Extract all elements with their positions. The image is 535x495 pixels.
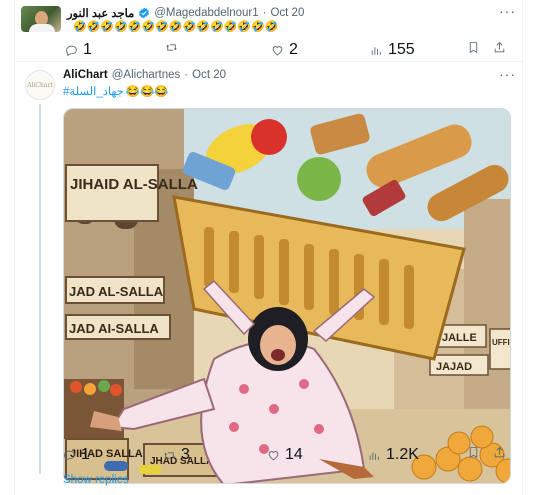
views-icon [371,46,381,55]
like-button[interactable]: 14 [267,446,303,464]
dot-separator: · [184,69,189,81]
sign-left-low: JAD AI-SALLA [65,314,171,340]
avatar[interactable] [21,6,61,32]
more-options-icon[interactable]: ··· [499,4,516,18]
tweet-date[interactable]: Oct 20 [270,7,304,19]
bookmark-icon [469,447,478,459]
tweet-emojis: 😂😂😂 [125,86,169,98]
retweet-icon [166,44,177,51]
svg-text:JAD AL-SALLA: JAD AL-SALLA [69,284,164,299]
like-count: 14 [285,446,303,463]
reply-count: 1 [83,41,92,58]
share-button[interactable] [493,41,506,54]
author-handle[interactable]: @Magedabdelnour1 [154,7,258,19]
retweet-icon [164,451,175,459]
sign-right-mid: JAJAD [429,354,489,376]
svg-text:JIHAID AL-SALLA: JIHAID AL-SALLA [70,176,198,193]
views-icon [369,451,379,460]
reply-button[interactable]: 1 [65,41,92,59]
share-icon [494,447,505,458]
like-count: 2 [289,41,298,58]
verified-badge-icon [139,7,150,19]
reply-count: 1 [81,446,90,463]
share-icon [494,42,505,53]
svg-text:JAD AI-SALLA: JAD AI-SALLA [69,321,159,336]
views-button[interactable]: 155 [370,41,415,59]
tweet-header: ماجد عبد النور @Magedabdelnour1 · Oct 20 [67,5,304,21]
bookmark-icon [469,42,478,54]
avatar[interactable]: AliChart [25,70,55,100]
more-options-icon[interactable]: ··· [499,67,516,81]
tweet-header: AliChart @Alichartnes · Oct 20 [63,69,226,81]
view-count: 155 [388,41,415,58]
retweet-button[interactable]: 3 [163,446,190,464]
tweet-image[interactable]: JIHAID AL-SALLA JAD AL-SALLA JAD AI-SALL… [63,108,511,484]
heart-icon [268,450,279,460]
sign-left-mid: JAD AL-SALLA [65,276,165,304]
like-button[interactable]: 2 [271,41,298,59]
tweet-text: 🤣🤣🤣🤣🤣🤣🤣🤣🤣🤣🤣🤣🤣🤣🤣 [73,21,279,33]
retweet-button[interactable] [165,41,183,54]
avatar-logo-text: AliChart [27,81,53,89]
tweet-text: #جهاد_السلة 😂😂😂 [63,84,169,98]
heart-icon [272,45,283,55]
reply-icon [66,45,77,56]
hashtag-link[interactable]: #جهاد_السلة [63,84,124,98]
timeline: ماجد عبد النور @Magedabdelnour1 · Oct 20… [14,0,524,495]
tweet-date[interactable]: Oct 20 [192,69,226,81]
author-name[interactable]: AliChart [63,69,108,81]
view-count: 1.2K [386,446,419,463]
tweet-reply[interactable]: AliChart AliChart @Alichartnes · Oct 20 … [15,62,524,495]
thread-line [39,104,41,474]
bookmark-button[interactable] [467,41,480,54]
dot-separator: · [262,7,267,19]
show-replies-link[interactable]: Show replies [63,474,129,486]
svg-text:JAJAD: JAJAD [436,361,472,373]
views-button[interactable]: 1.2K [368,446,419,464]
retweet-count: 3 [181,446,190,463]
reply-button[interactable]: 1 [63,446,90,464]
author-name[interactable]: ماجد عبد النور [67,6,134,20]
bookmark-button[interactable] [467,446,480,459]
share-button[interactable] [493,446,506,459]
reply-icon [64,450,75,461]
author-handle[interactable]: @Alichartnes [112,69,181,81]
sign-far-right: UFFI [489,328,510,370]
tweet-parent[interactable]: ماجد عبد النور @Magedabdelnour1 · Oct 20… [15,0,524,62]
svg-text:UFFI: UFFI [492,338,510,347]
svg-text:JALLE: JALLE [442,332,477,344]
